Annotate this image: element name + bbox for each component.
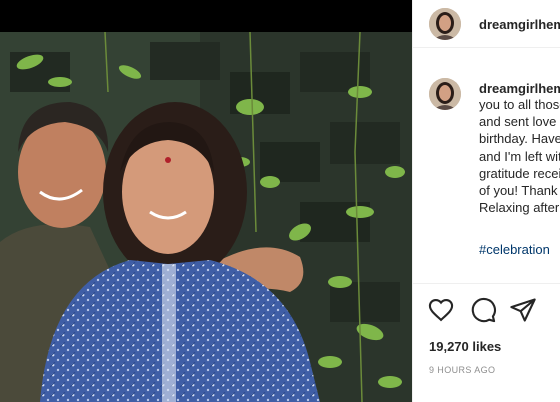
caption-line: gratitude receiv xyxy=(479,165,560,181)
paper-plane-icon-graphic xyxy=(510,298,536,322)
post-caption: you to all those and sent love an birthd… xyxy=(479,96,560,216)
post-username[interactable]: dreamgirlhemamalini xyxy=(479,17,560,32)
avatar-image xyxy=(429,8,461,40)
heart-icon-graphic xyxy=(428,299,454,322)
caption-line: you to all those xyxy=(479,97,560,112)
comment-bubble-icon-graphic xyxy=(471,297,496,323)
post-actions: 19,270 likes 9 HOURS AGO xyxy=(413,283,560,401)
caption-avatar-image xyxy=(429,78,461,110)
caption-line: birthday. Have r xyxy=(479,131,560,147)
hashtag-link[interactable]: #celebration xyxy=(479,242,550,257)
post-sidebar: dreamgirlhemamalini dreamgirlhemamalini … xyxy=(412,0,560,402)
post-photo-image xyxy=(0,32,412,402)
post-timestamp[interactable]: 9 HOURS AGO xyxy=(429,365,495,375)
caption-line: of you! Thank y xyxy=(479,183,560,199)
photo-top-bar xyxy=(0,0,412,32)
caption-line: and sent love an xyxy=(479,114,560,130)
comment-bubble-icon[interactable] xyxy=(469,296,497,324)
caption-avatar[interactable] xyxy=(429,78,461,110)
avatar[interactable] xyxy=(429,8,461,40)
heart-icon[interactable] xyxy=(427,296,455,324)
like-count[interactable]: 19,270 likes xyxy=(429,339,501,354)
post-header: dreamgirlhemamalini xyxy=(413,0,560,48)
post-photo[interactable] xyxy=(0,32,412,402)
paper-plane-icon[interactable] xyxy=(509,296,537,324)
caption-line: and I'm left with xyxy=(479,148,560,164)
caption-username[interactable]: dreamgirlhemamalini xyxy=(479,81,560,96)
caption-line: Relaxing after a xyxy=(479,200,560,216)
